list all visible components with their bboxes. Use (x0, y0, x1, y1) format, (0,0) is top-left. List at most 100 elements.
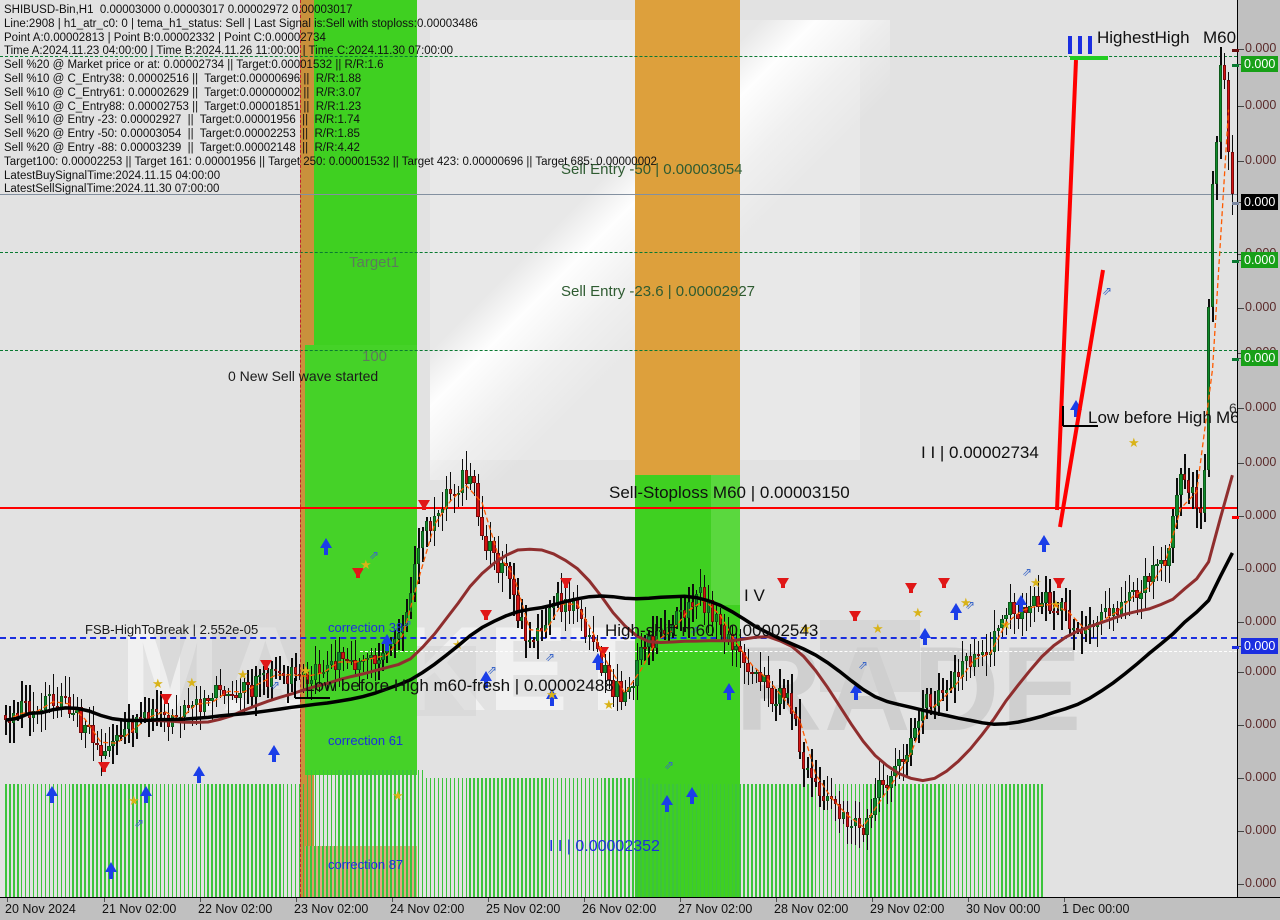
header-line-7: Sell %10 @ C_Entry88: 0.00002753 || Targ… (4, 100, 362, 113)
candle-body (15, 713, 20, 717)
candle-body (19, 700, 24, 717)
candle-body (706, 599, 711, 613)
candle-body (317, 663, 322, 674)
price-label-0: 0.000 (1245, 41, 1277, 55)
candle-wick (533, 636, 535, 649)
candle-body (603, 665, 607, 673)
candle-body (162, 711, 167, 716)
candle-body (639, 647, 643, 660)
candle-body (778, 687, 782, 704)
candle-body (631, 686, 635, 689)
candle-body (1036, 595, 1040, 607)
price-label-14: 0.000 (1245, 614, 1277, 628)
candle-body (710, 599, 715, 623)
candle-body (627, 686, 631, 693)
candle-body (325, 665, 329, 673)
candle-body (381, 652, 385, 660)
candle-body (702, 587, 707, 613)
candle-wick (231, 680, 233, 701)
sell-arrow-icon (1053, 578, 1065, 588)
candle-body (968, 656, 973, 667)
candle-body (127, 722, 131, 730)
candle-body (1222, 64, 1227, 81)
annotation-target100: 100 (362, 348, 388, 365)
candle-body (67, 697, 71, 714)
time-axis[interactable]: 20 Nov 2024 21 Nov 02:00 22 Nov 02:00 23 No… (0, 897, 1280, 920)
candle-body (452, 493, 456, 496)
candle-body (925, 694, 929, 708)
candle-body (361, 660, 365, 663)
chart-plot-area[interactable]: MARKET TRADE ★★★★★★★★★★★★★★★★★★⇗⇗⇗⇗⇗⇗⇗⇗⇗… (0, 0, 1237, 897)
annotation-high-shift: High-shift m60 | 0.00002543 (605, 621, 819, 640)
candle-wick (259, 669, 261, 697)
candle-wick (88, 707, 91, 734)
candle-body (1183, 474, 1187, 480)
time-label-6: 26 Nov 02:00 (582, 902, 657, 916)
candle-body (27, 701, 32, 719)
candle-body (115, 734, 119, 742)
candle-body (250, 684, 254, 698)
candle-body (794, 714, 798, 720)
candle-body (353, 659, 357, 670)
candle-body (575, 597, 580, 609)
candle-wick (124, 712, 126, 744)
dart-marker-icon: ⇗ (965, 598, 976, 612)
candle-body (1214, 141, 1219, 184)
candle-wick (350, 641, 353, 666)
candle-body (1040, 603, 1044, 607)
candle-body (734, 645, 738, 650)
chart-window: MARKET TRADE ★★★★★★★★★★★★★★★★★★⇗⇗⇗⇗⇗⇗⇗⇗⇗… (0, 0, 1280, 920)
candle-body (408, 592, 413, 612)
header-line-9: Sell %20 @ Entry -50: 0.00003054 || Targ… (4, 128, 360, 141)
star-marker-icon: ★ (152, 676, 164, 691)
annotation-point-c-price: I I | 0.00002734 (921, 443, 1039, 462)
candle-body (202, 698, 206, 713)
candle-wick (743, 643, 746, 684)
header-line-1: Line:2908 | h1_atr_c0: 0 | tema_h1_statu… (4, 17, 478, 30)
candle-body (444, 489, 449, 509)
candle-body (484, 536, 488, 552)
annotation-point-b-price: I I | 0.00002352 (549, 838, 660, 855)
candle-body (55, 705, 59, 709)
candle-body (841, 811, 846, 819)
annotation-sell-entry-236: Sell Entry -23.6 | 0.00002927 (561, 283, 756, 300)
candle-body (929, 694, 933, 707)
candle-body (440, 508, 445, 514)
candle-body (7, 720, 12, 724)
dart-marker-icon: ⇗ (369, 548, 380, 562)
candle-body (829, 795, 834, 799)
time-label-11: 1 Dec 00:00 (1062, 902, 1130, 916)
candle-body (138, 717, 143, 720)
time-label-3: 23 Nov 02:00 (294, 902, 369, 916)
price-tick (1238, 569, 1244, 570)
candle-body (992, 630, 996, 652)
candle-body (1071, 627, 1076, 630)
candle-body (524, 616, 528, 641)
star-marker-icon: ★ (912, 605, 924, 620)
price-label-16: 0.000 (1245, 664, 1277, 678)
price-tick (1238, 161, 1244, 162)
candle-body (218, 685, 222, 690)
time-label-9: 29 Nov 02:00 (870, 902, 945, 916)
axis-m60-marker: 6 (1229, 400, 1237, 416)
candle-body (932, 705, 937, 708)
price-label-7: 0.000 (1245, 300, 1277, 314)
candle-body (952, 671, 957, 689)
candle-body (774, 703, 778, 706)
price-axis[interactable]: 0.000 0.000 0.000 0.000 0.000 0.000 0.000 0.000… (1229, 0, 1280, 897)
candle-body (873, 797, 877, 815)
candle-wick (946, 679, 948, 711)
candle-body (1008, 601, 1012, 615)
candle-wick (815, 759, 817, 787)
candle-wick (120, 718, 122, 741)
candle-body (948, 688, 953, 691)
candle-body (424, 520, 429, 531)
candle-body (619, 681, 623, 702)
candle-body (623, 692, 627, 702)
candle-body (1191, 487, 1195, 493)
candle-body (119, 734, 123, 738)
candle-body (690, 602, 695, 608)
candle-wick (632, 680, 634, 701)
candle-body (532, 640, 536, 643)
candle-body (293, 666, 298, 675)
